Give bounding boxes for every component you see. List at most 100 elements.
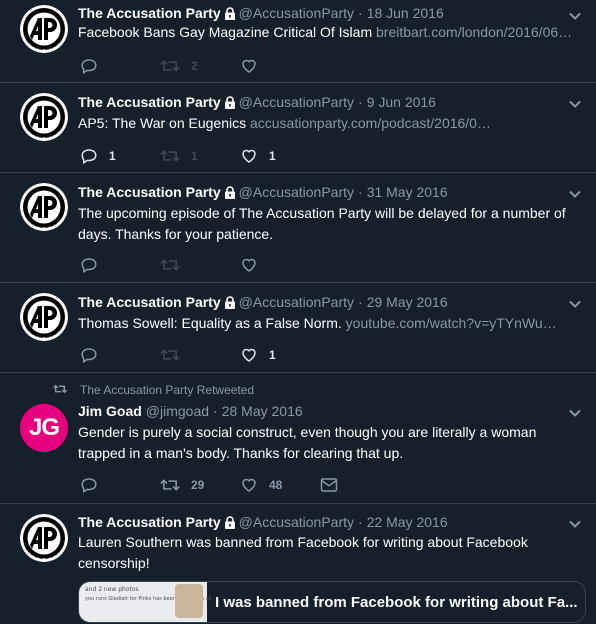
- tweet-text: Facebook Bans Gay Magazine Critical Of I…: [78, 22, 572, 43]
- tweet-text: Thomas Sowell: Equality as a False Norm.…: [78, 313, 572, 334]
- retweet-icon: [160, 256, 180, 274]
- like-button[interactable]: [240, 255, 258, 275]
- retweeted-by: The Accusation Party Retweeted: [52, 381, 254, 399]
- tweet[interactable]: The Accusation Party @AccusationParty · 29 …: [0, 283, 596, 373]
- card-thumbnail: and 2 new photos you runs Gladiatr for P…: [79, 582, 212, 622]
- tweet-date[interactable]: 31 May 2016: [367, 184, 448, 200]
- separator: ·: [358, 5, 363, 21]
- tweet-header: The Accusation Party @AccusationParty · 29 …: [78, 292, 556, 312]
- retweet-button[interactable]: [160, 255, 180, 275]
- retweet-button[interactable]: 29: [160, 475, 204, 495]
- retweet-button[interactable]: 2: [160, 56, 198, 76]
- like-button[interactable]: 48: [240, 475, 282, 495]
- separator: ·: [213, 403, 218, 419]
- tweet-text: The upcoming episode of The Accusation P…: [78, 205, 566, 242]
- avatar[interactable]: [20, 93, 68, 141]
- chevron-down-icon[interactable]: [568, 297, 582, 311]
- direct-message-button[interactable]: [320, 475, 338, 495]
- tweet-header: The Accusation Party @AccusationParty · 18 …: [78, 3, 556, 23]
- reply-button[interactable]: 1: [80, 146, 116, 166]
- author-handle[interactable]: @AccusationParty: [239, 294, 354, 310]
- card-title: I was banned from Facebook for writing a…: [215, 594, 578, 611]
- tweet-text: Gender is purely a social construct, eve…: [78, 424, 537, 461]
- like-count: 48: [269, 478, 283, 492]
- retweet-icon: [52, 383, 68, 398]
- retweet-icon: [160, 147, 180, 165]
- tweet-header: The Accusation Party @AccusationParty · 9 J…: [78, 92, 556, 112]
- like-button[interactable]: 1: [240, 146, 276, 166]
- tweet-header: The Accusation Party @AccusationParty · 31 …: [78, 182, 556, 202]
- like-button[interactable]: 1: [240, 345, 276, 365]
- separator: ·: [358, 514, 363, 530]
- chevron-down-icon[interactable]: [568, 187, 582, 201]
- separator: ·: [358, 184, 363, 200]
- retweeted-by-label[interactable]: The Accusation Party Retweeted: [80, 383, 254, 397]
- chevron-down-icon[interactable]: [568, 406, 582, 420]
- tweet[interactable]: The Accusation Party @AccusationParty · 9 J…: [0, 83, 596, 173]
- timeline: The Accusation Party @AccusationParty · 18 …: [0, 0, 596, 623]
- retweet-icon: [160, 346, 180, 364]
- tweet-body: Thomas Sowell: Equality as a False Norm.: [78, 315, 346, 331]
- avatar[interactable]: [20, 183, 68, 231]
- author-handle[interactable]: @AccusationParty: [239, 94, 354, 110]
- lock-icon: [224, 294, 236, 312]
- chevron-down-icon[interactable]: [568, 97, 582, 111]
- tweet-date[interactable]: 22 May 2016: [367, 514, 448, 530]
- author-name[interactable]: The Accusation Party: [78, 294, 221, 310]
- avatar-initials: JG: [28, 414, 60, 441]
- heart-icon: [240, 346, 258, 364]
- avatar[interactable]: [20, 293, 68, 341]
- reply-icon: [80, 476, 98, 494]
- lock-icon: [224, 94, 236, 112]
- avatar[interactable]: [20, 514, 68, 562]
- tweet-date[interactable]: 18 Jun 2016: [367, 5, 444, 21]
- author-handle[interactable]: @jimgoad: [146, 403, 209, 419]
- tweet-date[interactable]: 9 Jun 2016: [367, 94, 436, 110]
- author-handle[interactable]: @AccusationParty: [239, 5, 354, 21]
- heart-icon: [240, 147, 258, 165]
- avatar[interactable]: [20, 5, 68, 53]
- author-name[interactable]: The Accusation Party: [78, 94, 221, 110]
- author-handle[interactable]: @AccusationParty: [239, 184, 354, 200]
- retweet-icon: [160, 476, 180, 494]
- reply-icon: [80, 346, 98, 364]
- lock-icon: [224, 5, 236, 23]
- chevron-down-icon[interactable]: [568, 517, 582, 531]
- chevron-down-icon[interactable]: [568, 9, 582, 23]
- tweet[interactable]: The Accusation Party @AccusationParty · 18 …: [0, 0, 596, 83]
- author-name[interactable]: The Accusation Party: [78, 514, 221, 530]
- separator: ·: [358, 294, 363, 310]
- reply-button[interactable]: [80, 475, 98, 495]
- tweet[interactable]: The Accusation Party @AccusationParty · 31 …: [0, 173, 596, 283]
- reply-icon: [80, 57, 98, 75]
- author-name[interactable]: Jim Goad: [78, 403, 142, 419]
- heart-icon: [240, 476, 258, 494]
- separator: ·: [358, 94, 363, 110]
- reply-button[interactable]: [80, 56, 98, 76]
- tweet-link[interactable]: accusationparty.com/podcast/2016/0…: [250, 115, 491, 131]
- lock-icon: [224, 514, 236, 532]
- tweet-text: Lauren Southern was banned from Facebook…: [78, 534, 528, 571]
- author-name[interactable]: The Accusation Party: [78, 184, 221, 200]
- tweet-header: Jim Goad @jimgoad · 28 May 2016: [78, 401, 556, 421]
- reply-icon: [80, 147, 98, 165]
- like-count: 1: [269, 149, 276, 163]
- thumbnail-photo: [175, 584, 203, 618]
- tweet-date[interactable]: 29 May 2016: [367, 294, 448, 310]
- link-card[interactable]: and 2 new photos you runs Gladiatr for P…: [78, 581, 586, 623]
- retweet-icon: [160, 57, 180, 75]
- lock-icon: [224, 184, 236, 202]
- retweet-button[interactable]: [160, 345, 180, 365]
- tweet-date[interactable]: 28 May 2016: [222, 403, 303, 419]
- retweet-count: 2: [191, 59, 198, 73]
- avatar[interactable]: JG: [20, 404, 68, 452]
- author-handle[interactable]: @AccusationParty: [239, 514, 354, 530]
- tweet-link[interactable]: youtube.com/watch?v=yTYnWu…: [346, 315, 557, 331]
- like-button[interactable]: [240, 56, 258, 76]
- author-name[interactable]: The Accusation Party: [78, 5, 221, 21]
- reply-count: 1: [109, 149, 116, 163]
- reply-button[interactable]: [80, 345, 98, 365]
- reply-button[interactable]: [80, 255, 98, 275]
- retweet-button[interactable]: 1: [160, 146, 198, 166]
- tweet-link[interactable]: breitbart.com/london/2016/06…: [376, 24, 572, 40]
